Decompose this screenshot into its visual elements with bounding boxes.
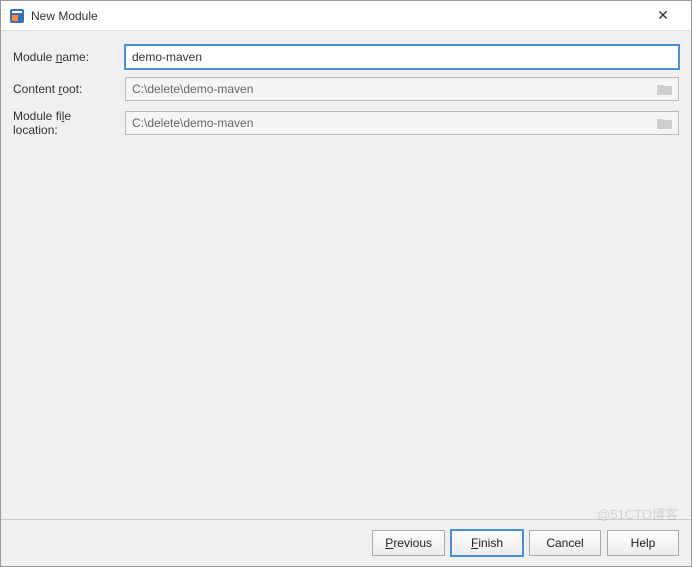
- module-file-location-label: Module file location:: [13, 109, 125, 137]
- folder-icon[interactable]: [657, 82, 673, 96]
- module-name-input[interactable]: [125, 45, 679, 69]
- button-bar: Previous Finish Cancel Help: [1, 519, 691, 566]
- cancel-button[interactable]: Cancel: [529, 530, 601, 556]
- content-root-input[interactable]: [125, 77, 679, 101]
- module-name-label: Module name:: [13, 50, 125, 64]
- content-spacer: [1, 159, 691, 519]
- finish-button[interactable]: Finish: [451, 530, 523, 556]
- form-area: Module name: Content root: Module file l…: [1, 31, 691, 159]
- folder-icon[interactable]: [657, 116, 673, 130]
- previous-button[interactable]: Previous: [372, 530, 445, 556]
- app-icon: [9, 8, 25, 24]
- module-file-location-input[interactable]: [125, 111, 679, 135]
- row-module-name: Module name:: [13, 45, 679, 69]
- window-title: New Module: [31, 9, 643, 23]
- row-module-file-location: Module file location:: [13, 109, 679, 137]
- content-root-label: Content root:: [13, 82, 125, 96]
- new-module-dialog: New Module ✕ Module name: Content root: …: [0, 0, 692, 567]
- help-button[interactable]: Help: [607, 530, 679, 556]
- row-content-root: Content root:: [13, 77, 679, 101]
- close-icon[interactable]: ✕: [643, 1, 683, 30]
- titlebar: New Module ✕: [1, 1, 691, 31]
